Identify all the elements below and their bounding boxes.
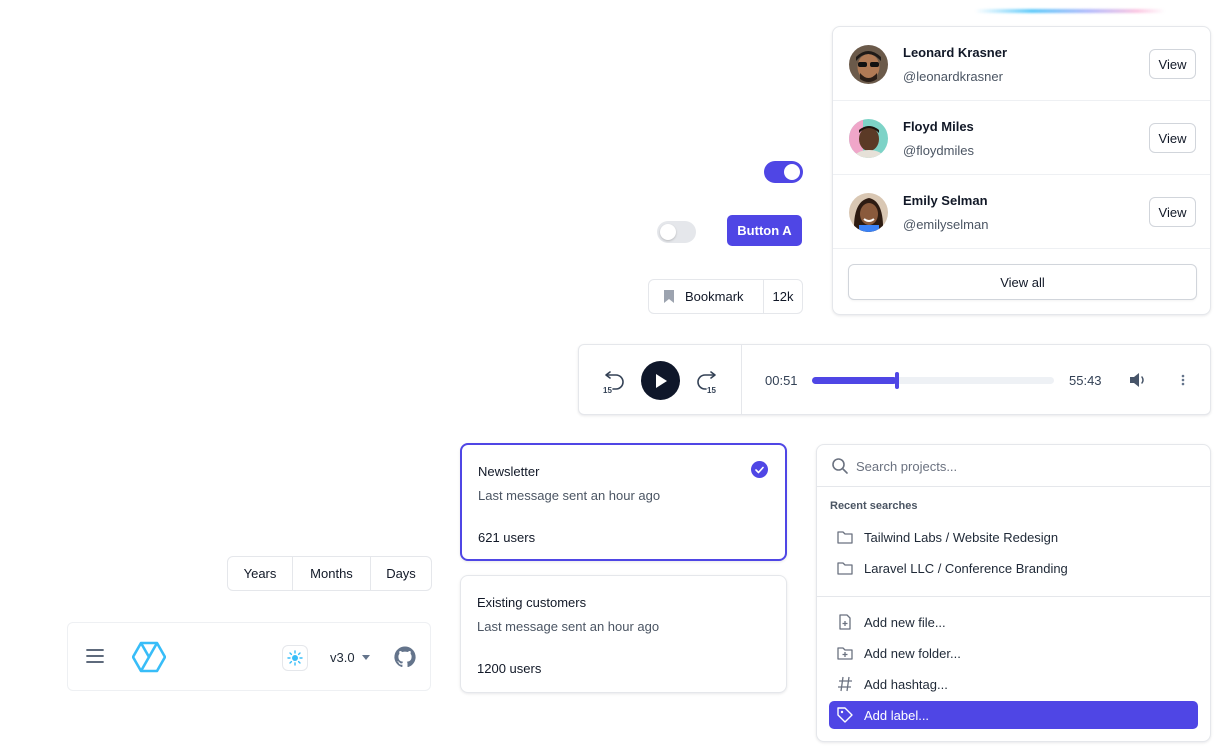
recent-search-item[interactable]: Laravel LLC / Conference Branding: [829, 554, 1198, 582]
segment-months[interactable]: Months: [293, 557, 371, 590]
theme-toggle-button[interactable]: [282, 645, 308, 671]
radio-card-subtitle: Last message sent an hour ago: [478, 488, 661, 503]
button-a[interactable]: Button A: [727, 215, 802, 246]
view-all-button[interactable]: View all: [848, 264, 1197, 300]
bookmark-button-group: Bookmark 12k: [648, 279, 803, 314]
bookmark-label: Bookmark: [685, 289, 744, 304]
rewind-icon: 15: [603, 371, 624, 395]
segmented-control: Years Months Days: [227, 556, 432, 591]
avatar: [849, 193, 888, 232]
person-name: Leonard Krasner: [903, 45, 1008, 60]
duration: 55:43: [1069, 373, 1102, 388]
person-row: Leonard Krasner @leonardkrasner View: [833, 27, 1210, 101]
person-handle: @leonardkrasner: [903, 69, 1003, 84]
action-add-file[interactable]: Add new file...: [829, 608, 1198, 636]
action-add-folder[interactable]: Add new folder...: [829, 639, 1198, 667]
folder-icon: [837, 531, 853, 544]
radio-card-title: Newsletter: [478, 464, 540, 479]
person-row: Floyd Miles @floydmiles View: [833, 101, 1210, 175]
github-icon: [394, 646, 416, 668]
radio-card-newsletter[interactable]: Newsletter Last message sent an hour ago…: [460, 443, 787, 561]
folder-icon: [837, 562, 853, 575]
check-circle-icon: [751, 461, 768, 478]
segment-years[interactable]: Years: [228, 557, 293, 590]
volume-icon: [1130, 373, 1144, 387]
folder-plus-icon: [837, 647, 853, 660]
action-label: Add label...: [864, 707, 930, 723]
rewind-15-button[interactable]: 15: [602, 368, 626, 395]
volume-button[interactable]: [1129, 372, 1147, 391]
player-controls: 15 15: [579, 345, 742, 414]
version-select[interactable]: v3.0: [330, 650, 370, 665]
action-label: Add new file...: [864, 614, 946, 630]
radio-card-existing-customers[interactable]: Existing customers Last message sent an …: [460, 575, 787, 693]
action-add-hashtag[interactable]: Add hashtag...: [829, 670, 1198, 698]
action-add-label[interactable]: Add label...: [829, 701, 1198, 729]
radio-card-subtitle: Last message sent an hour ago: [477, 619, 660, 634]
bookmark-button[interactable]: Bookmark: [649, 280, 764, 313]
forward-15-button[interactable]: 15: [695, 368, 719, 395]
view-button[interactable]: View: [1149, 197, 1196, 227]
sun-icon: [287, 650, 303, 666]
toggle-knob: [660, 224, 676, 240]
radio-card-users: 1200 users: [477, 661, 542, 676]
progress-thumb[interactable]: [894, 372, 899, 389]
github-link[interactable]: [393, 645, 417, 672]
more-options-button[interactable]: [1180, 373, 1186, 390]
segment-days[interactable]: Days: [371, 557, 431, 590]
logo[interactable]: [131, 641, 167, 676]
toggle-knob: [784, 164, 800, 180]
radio-card-users: 621 users: [478, 530, 536, 545]
svg-text:15: 15: [707, 386, 716, 394]
version-label: v3.0: [330, 650, 355, 665]
palette-search: [817, 445, 1210, 487]
current-time: 00:51: [765, 373, 798, 388]
palette-divider: [817, 596, 1210, 597]
recent-search-label: Tailwind Labs / Website Redesign: [864, 529, 1059, 545]
more-vertical-icon: [1181, 374, 1185, 386]
view-button[interactable]: View: [1149, 49, 1196, 79]
tag-icon: [837, 707, 853, 723]
action-label: Add new folder...: [864, 645, 961, 661]
search-input[interactable]: [856, 456, 1186, 476]
svg-text:15: 15: [603, 386, 612, 394]
progress-fill: [812, 377, 897, 384]
person-handle: @emilyselman: [903, 217, 989, 232]
radio-card-title: Existing customers: [477, 595, 587, 610]
decorative-glow: [975, 9, 1165, 13]
search-icon: [832, 458, 848, 474]
bookmark-count: 12k: [772, 289, 794, 304]
play-icon: [655, 373, 667, 388]
people-list-card: Leonard Krasner @leonardkrasner View Flo…: [832, 26, 1211, 315]
recent-search-item[interactable]: Tailwind Labs / Website Redesign: [829, 523, 1198, 551]
hexagon-logo-icon: [131, 641, 167, 673]
play-button[interactable]: [641, 361, 680, 400]
person-row: Emily Selman @emilyselman View: [833, 175, 1210, 249]
menu-button[interactable]: [86, 649, 104, 666]
toggle-switch-off[interactable]: [657, 221, 696, 243]
view-button[interactable]: View: [1149, 123, 1196, 153]
recent-search-label: Laravel LLC / Conference Branding: [864, 560, 1068, 576]
hashtag-icon: [838, 676, 852, 692]
person-name: Emily Selman: [903, 193, 988, 208]
navbar: v3.0: [67, 622, 431, 691]
bookmark-icon: [664, 290, 674, 303]
action-label: Add hashtag...: [864, 676, 948, 692]
avatar: [849, 119, 888, 158]
progress-track[interactable]: [812, 372, 1054, 389]
command-palette: Recent searches Tailwind Labs / Website …: [816, 444, 1211, 742]
avatar: [849, 45, 888, 84]
hamburger-icon: [86, 649, 104, 663]
file-plus-icon: [839, 614, 851, 630]
caret-down-icon: [361, 655, 370, 660]
audio-player: 15 15 00:51 55:43: [578, 344, 1211, 415]
person-name: Floyd Miles: [903, 119, 974, 134]
forward-icon: 15: [697, 371, 716, 395]
recent-searches-title: Recent searches: [830, 500, 918, 512]
person-handle: @floydmiles: [903, 143, 974, 158]
toggle-switch-on[interactable]: [764, 161, 803, 183]
